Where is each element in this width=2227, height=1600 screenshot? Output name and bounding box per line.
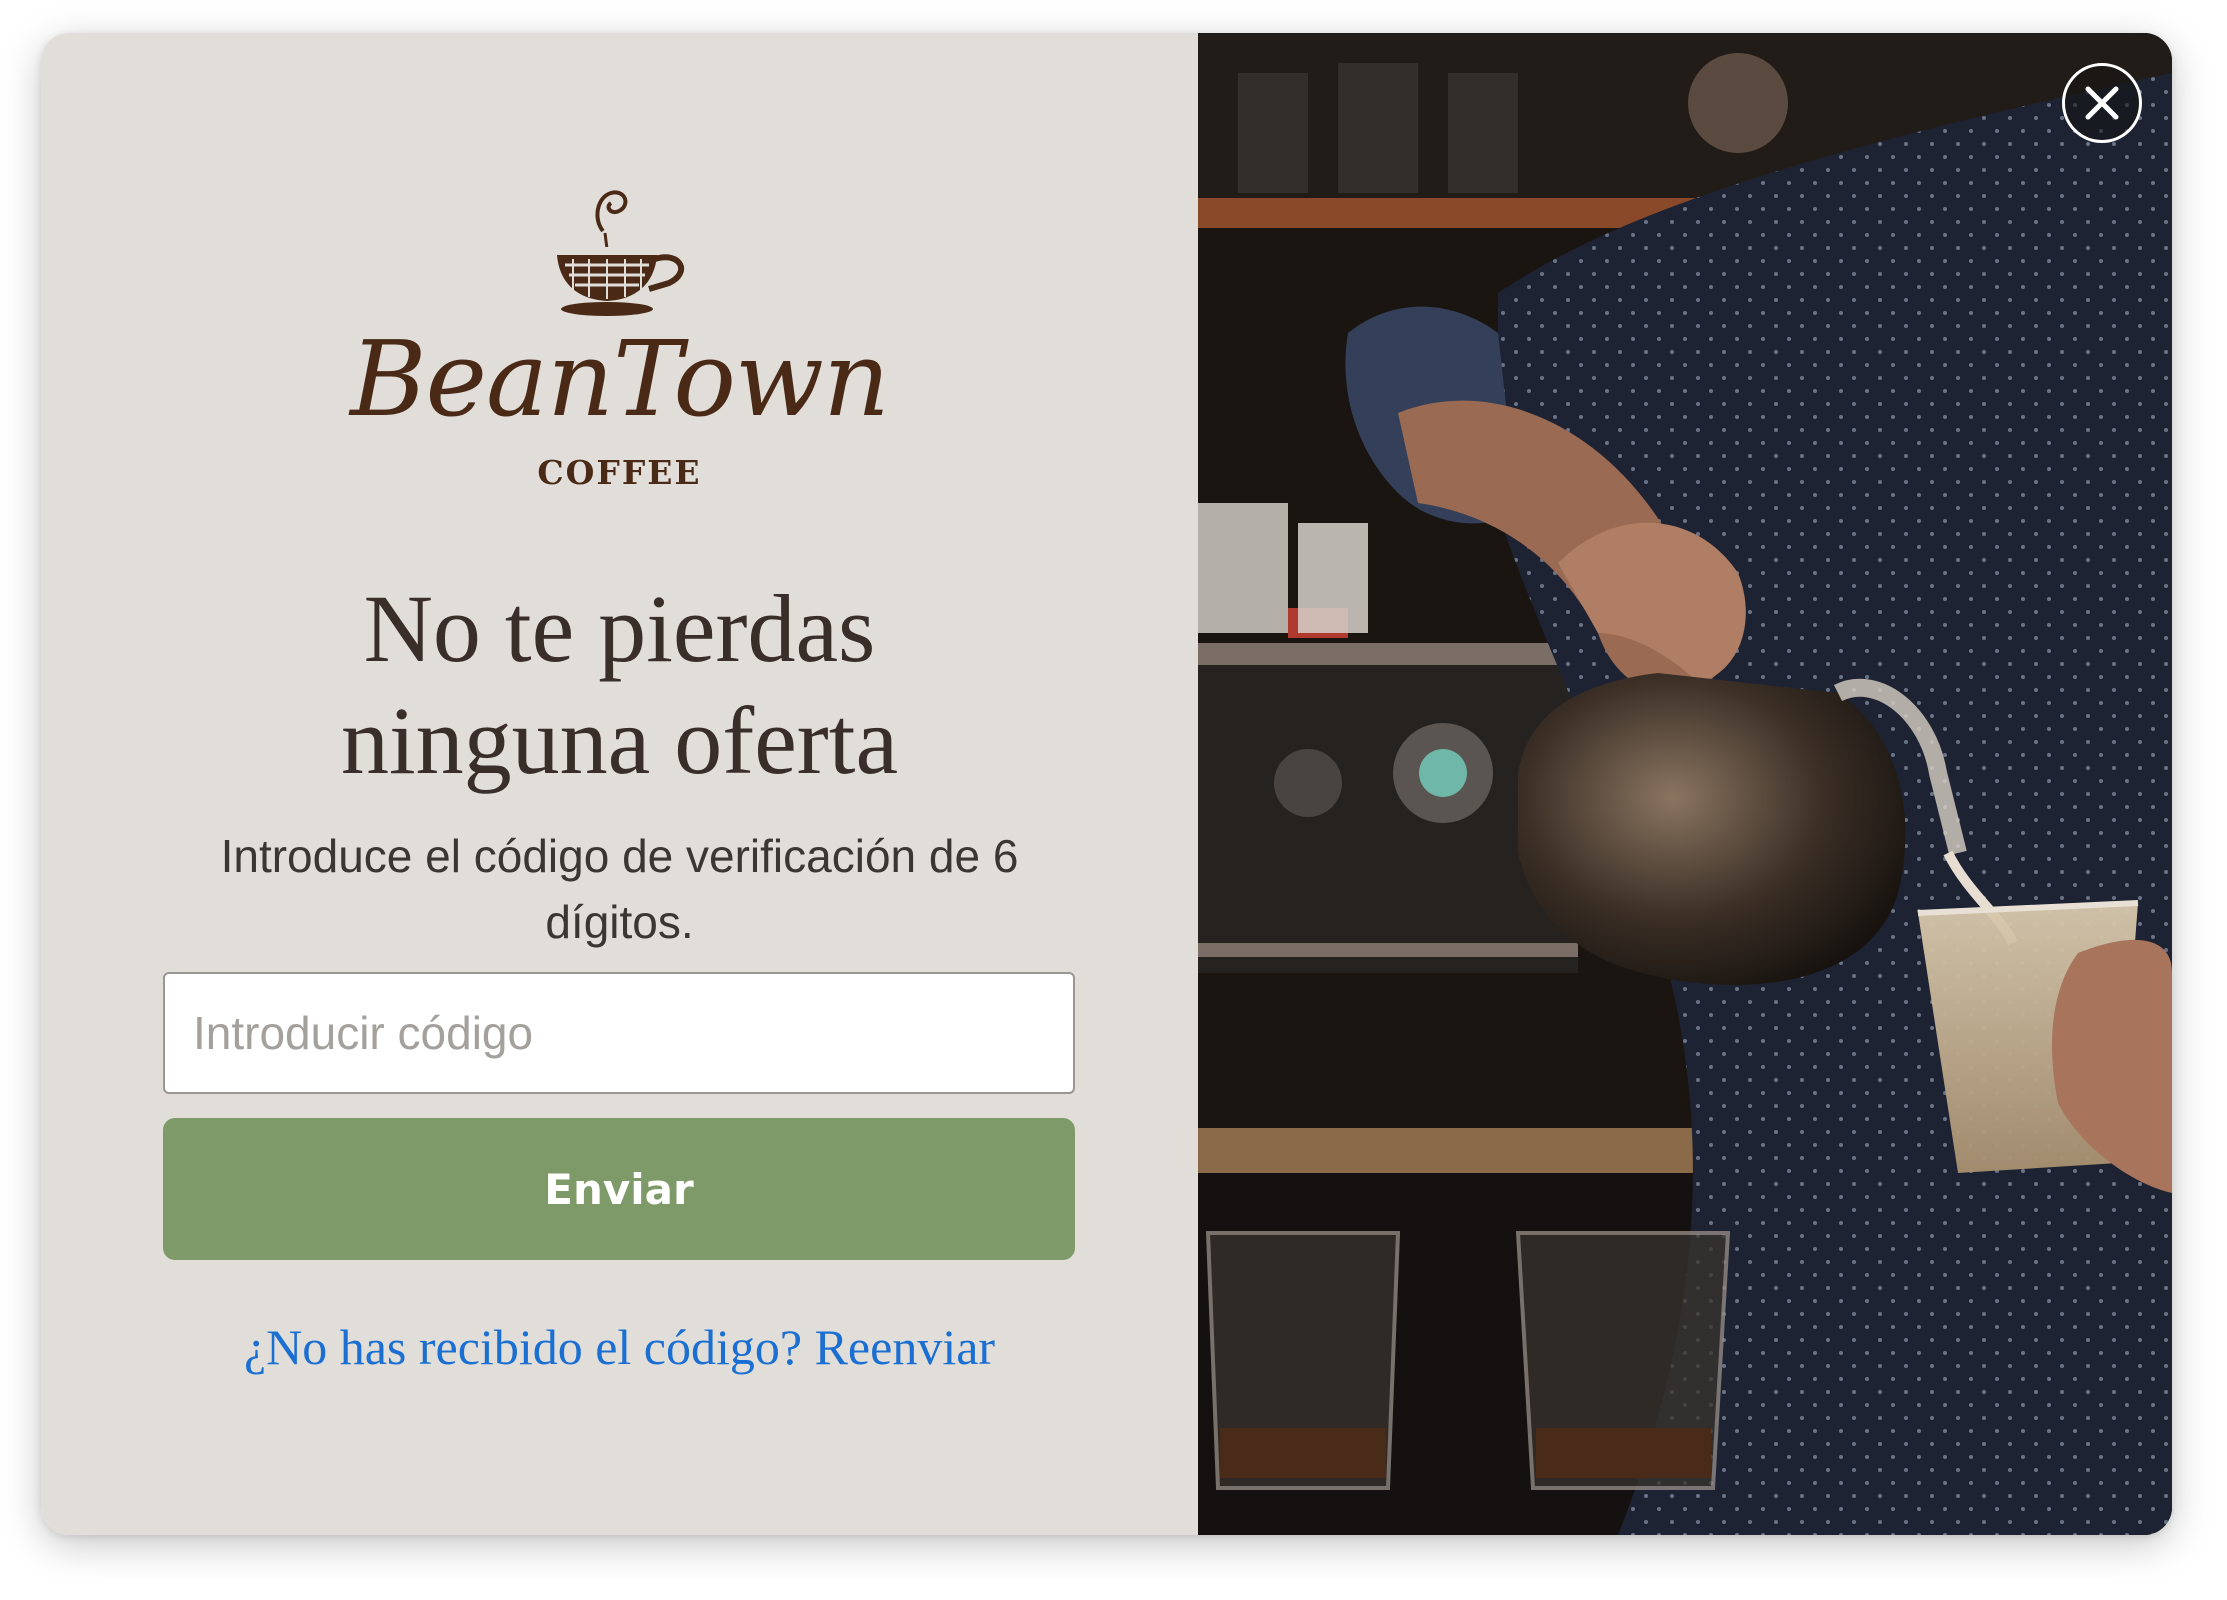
resend-action[interactable]: Reenviar [815, 1319, 995, 1375]
brand-logo: BeanTown COFFEE [41, 183, 1198, 492]
resend-question[interactable]: ¿No has recibido el código? [244, 1319, 802, 1375]
signup-modal: BeanTown COFFEE No te pierdas ninguna of… [41, 33, 2172, 1535]
resend-link[interactable]: ¿No has recibido el código? Reenviar [41, 1318, 1198, 1376]
brand-name: BeanTown [350, 318, 890, 440]
brand-tagline: COFFEE [537, 453, 702, 492]
close-button[interactable] [2062, 63, 2142, 143]
headline-line-1: No te pierdas [363, 575, 876, 682]
form-panel: BeanTown COFFEE No te pierdas ninguna of… [41, 33, 1198, 1535]
submit-button[interactable]: Enviar [163, 1118, 1075, 1260]
close-icon [2085, 86, 2119, 120]
headline-line-2: ninguna oferta [340, 687, 899, 794]
verification-instructions: Introduce el código de verificación de 6… [220, 830, 1019, 948]
hero-photo-panel [1198, 33, 2172, 1535]
barista-pouring-milk-photo [1198, 33, 2172, 1535]
headline: No te pierdas ninguna oferta [41, 573, 1198, 797]
coffee-cup-icon [556, 190, 684, 316]
verification-code-input[interactable] [163, 972, 1075, 1094]
